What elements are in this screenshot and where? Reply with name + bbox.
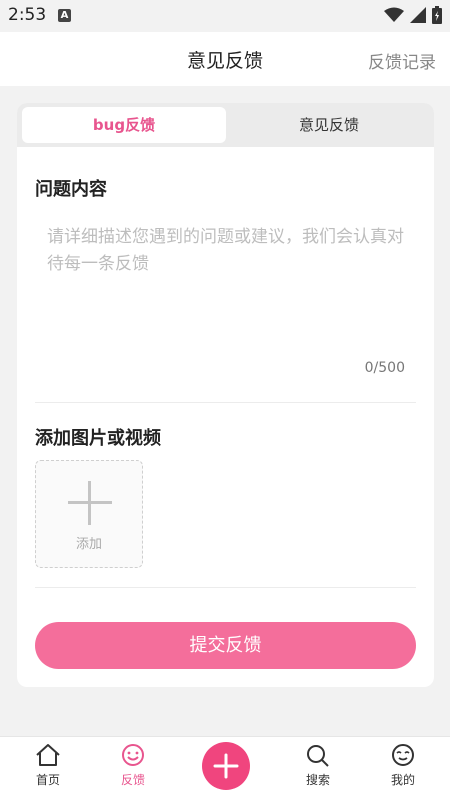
header: 意见反馈 反馈记录 bbox=[0, 32, 450, 86]
tab-suggestion-feedback[interactable]: 意见反馈 bbox=[229, 107, 429, 143]
smiley-icon bbox=[122, 744, 144, 766]
feedback-history-link[interactable]: 反馈记录 bbox=[368, 48, 436, 73]
nav-home-label: 首页 bbox=[35, 773, 60, 787]
plus-icon bbox=[213, 753, 239, 779]
status-time: 2:53 bbox=[8, 5, 47, 25]
add-media-button[interactable]: 添加 bbox=[35, 460, 143, 568]
battery-icon bbox=[432, 6, 442, 24]
tab-bar: bug反馈 意见反馈 bbox=[17, 103, 434, 147]
nav-feedback-label: 反馈 bbox=[120, 773, 145, 787]
add-media-title: 添加图片或视频 bbox=[35, 428, 161, 449]
divider bbox=[35, 402, 416, 403]
signal-icon bbox=[410, 7, 426, 23]
nav-profile-label: 我的 bbox=[390, 773, 415, 787]
search-icon bbox=[307, 745, 329, 767]
problem-description-input[interactable]: 请详细描述您遇到的问题或建议，我们会认真对待每一条反馈 bbox=[47, 224, 407, 278]
plus-icon-vertical bbox=[88, 481, 91, 525]
status-bar: 2:53 A bbox=[0, 0, 450, 32]
status-icons bbox=[384, 6, 442, 24]
submit-feedback-button[interactable]: 提交反馈 bbox=[35, 622, 416, 669]
divider bbox=[35, 587, 416, 588]
nav-search-label: 搜索 bbox=[305, 773, 330, 787]
tab-bug-feedback[interactable]: bug反馈 bbox=[22, 107, 226, 143]
notification-a-icon: A bbox=[58, 9, 71, 22]
nav-search[interactable]: 搜索 bbox=[283, 743, 353, 788]
wifi-icon bbox=[384, 7, 404, 22]
char-counter: 0/500 bbox=[364, 360, 405, 376]
feedback-card: bug反馈 意见反馈 问题内容 请详细描述您遇到的问题或建议，我们会认真对待每一… bbox=[17, 103, 434, 687]
home-icon bbox=[36, 744, 60, 766]
problem-content-title: 问题内容 bbox=[35, 179, 107, 200]
nav-add-button[interactable] bbox=[202, 742, 250, 790]
nav-home[interactable]: 首页 bbox=[13, 743, 83, 788]
add-media-label: 添加 bbox=[75, 537, 102, 552]
face-icon bbox=[392, 744, 414, 766]
nav-feedback[interactable]: 反馈 bbox=[98, 743, 168, 788]
nav-profile[interactable]: 我的 bbox=[368, 743, 438, 788]
